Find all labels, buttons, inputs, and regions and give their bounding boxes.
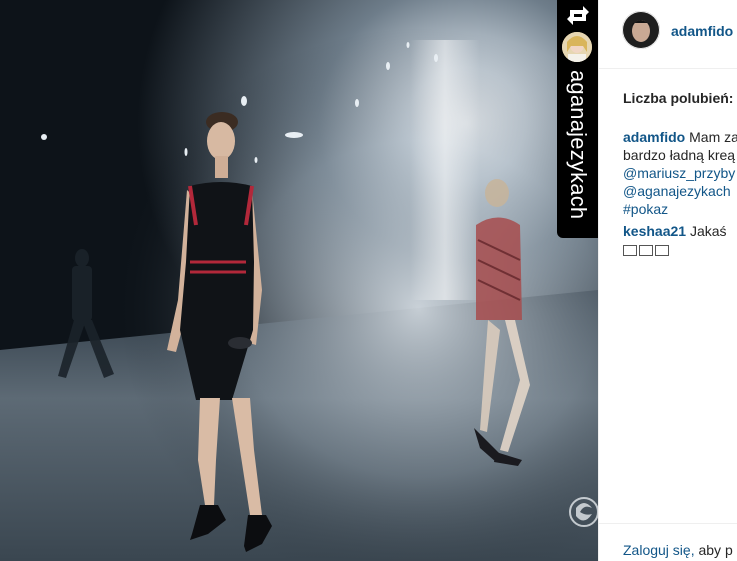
post-sidebar: adamfido Liczba polubień:1 adamfido Mam … [598, 0, 737, 561]
repost-username[interactable]: aganajezykach [565, 70, 591, 219]
instagram-post-view: aganajezykach adamfido Liczba polubień:1 [0, 0, 737, 561]
runway-photo-image [0, 0, 598, 561]
login-link[interactable]: Zaloguj się, [623, 542, 695, 558]
author-username[interactable]: adamfido [671, 23, 733, 39]
comment-item: keshaa21 Jakaś [623, 222, 737, 258]
avatar-image [562, 32, 592, 62]
likes-row: Liczba polubień:1 [623, 90, 737, 106]
post-photo[interactable]: aganajezykach [0, 0, 598, 561]
post-header: adamfido [599, 0, 737, 69]
watermark-logo-icon [569, 497, 598, 527]
hashtag-link[interactable]: #pokaz [623, 201, 668, 217]
repost-user-avatar[interactable] [562, 32, 592, 62]
comment-caption: adamfido Mam za bardzo ładną kreą @mariu… [623, 128, 737, 218]
emoji-placeholder-icon [639, 244, 653, 256]
mention-link[interactable]: @aganajezykach [623, 183, 731, 199]
comments-list: adamfido Mam za bardzo ładną kreą @mariu… [623, 128, 737, 262]
post-footer: Zaloguj się, aby p [599, 523, 737, 561]
avatar-image [622, 11, 660, 49]
repost-icon [567, 6, 589, 25]
repost-badge: aganajezykach [557, 0, 598, 238]
mention-link[interactable]: @mariusz_przyby [623, 165, 735, 181]
author-avatar[interactable] [622, 11, 660, 49]
likes-label: Liczba polubień: [623, 90, 734, 106]
comment-text: Jakaś [689, 223, 727, 239]
comment-author[interactable]: keshaa21 [623, 223, 686, 239]
comment-text: Mam za [689, 129, 737, 145]
emoji-placeholder-icon [655, 244, 669, 256]
emoji-placeholder-icon [623, 244, 637, 256]
comment-author[interactable]: adamfido [623, 129, 685, 145]
emoji-row [623, 240, 737, 258]
login-prompt-text: aby p [698, 542, 733, 558]
comment-text-line: bardzo ładną kreą [623, 147, 736, 163]
login-prompt: Zaloguj się, aby p [623, 542, 733, 558]
